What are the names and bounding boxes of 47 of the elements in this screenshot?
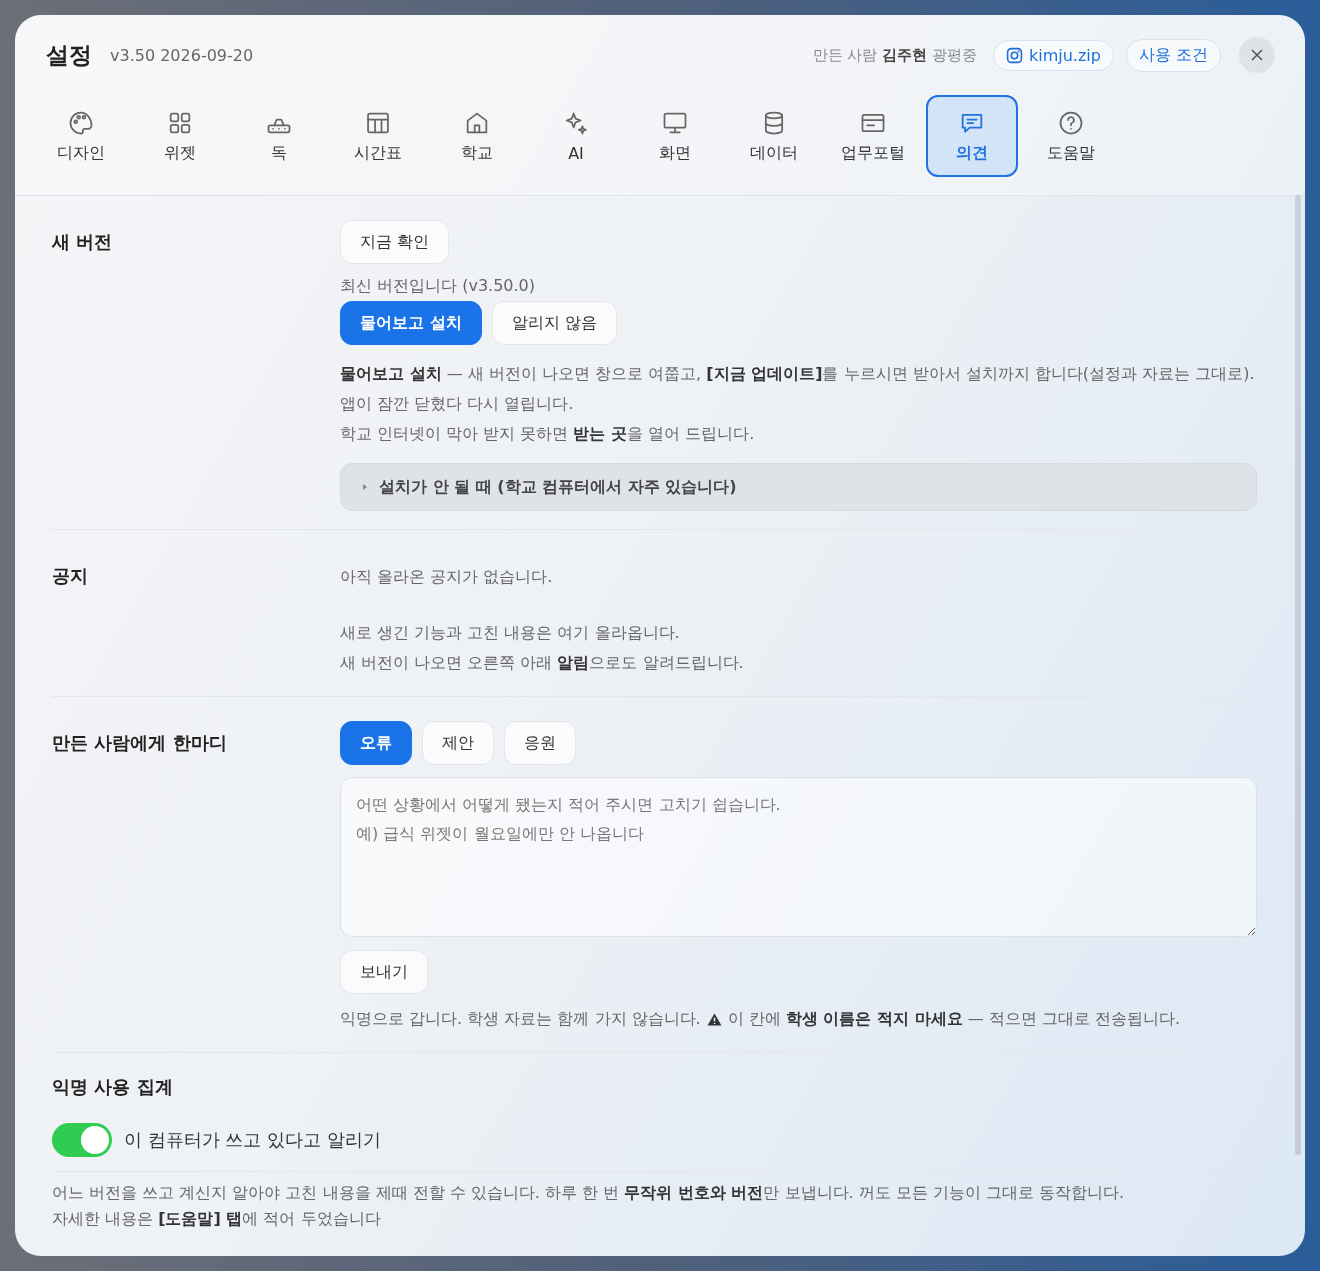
warning-icon [706, 1012, 722, 1026]
terms-link[interactable]: 사용 조건 [1125, 38, 1221, 72]
credit-text: 만든 사람 김주현 광평중 [812, 45, 977, 65]
usage-toggle[interactable] [52, 1123, 112, 1157]
send-button[interactable]: 보내기 [340, 950, 428, 994]
disclosure-triangle-icon [361, 483, 369, 491]
description-text: 학교 인터넷이 막아 받지 못하면 받는 곳을 열어 드립니다. [340, 423, 756, 445]
notice-empty-text: 아직 올라온 공지가 없습니다. [340, 566, 553, 588]
troubleshoot-disclosure[interactable]: 설치가 안 될 때 (학교 컴퓨터에서 자주 있습니다) [340, 463, 1257, 511]
update-mode-button[interactable]: 물어보고 설치 [340, 301, 482, 345]
category-button[interactable]: 오류 [340, 721, 412, 765]
section-label: 익명 사용 집계 [52, 1075, 174, 1099]
category-button[interactable]: 제안 [422, 721, 494, 765]
close-icon [1250, 48, 1264, 62]
update-mode-button[interactable]: 알리지 않음 [491, 301, 617, 345]
settings-tab[interactable]: 학교 [431, 95, 523, 177]
settings-tab[interactable]: 시간표 [332, 95, 424, 177]
telemetry-description: 자세한 내용은 [도움말] 탭에 적어 두었습니다 [52, 1208, 382, 1230]
notice-info-text: 새로 생긴 기능과 고친 내용은 여기 올라옵니다. [340, 622, 681, 644]
scrollbar[interactable] [1295, 195, 1301, 1155]
settings-tab[interactable]: 디자인 [35, 95, 127, 177]
close-button[interactable] [1239, 37, 1275, 73]
section-label: 새 버전 [52, 230, 114, 254]
version-status: 최신 버전입니다 (v3.50.0) [340, 276, 535, 297]
instagram-link[interactable]: kimju.zip [992, 39, 1114, 71]
feedback-input-field[interactable]: 어떤 상황에서 어떻게 됐는지 적어 주시면 고치기 쉽습니다. 예) 급식 위젯이 월요일에만 안 나옵니다 [340, 777, 1257, 937]
settings-tab[interactable]: 도움말 [1025, 95, 1117, 177]
warning-text: 이 칸에 학생 이름은 적지 마세요 — 적으면 그대로 전송됩니다. [727, 1008, 1180, 1030]
check-now-button[interactable]: 지금 확인 [340, 220, 450, 264]
settings-tab[interactable]: 화면 [629, 95, 721, 177]
settings-tab[interactable]: 데이터 [728, 95, 820, 177]
settings-tab[interactable]: 독 [233, 95, 325, 177]
toggle-label: 이 컴퓨터가 쓰고 있다고 알리기 [124, 1128, 381, 1152]
privacy-note: 익명으로 갑니다. 학생 자료는 함께 가지 않습니다. [340, 1008, 701, 1030]
section-label: 공지 [52, 564, 89, 588]
telemetry-description: 어느 버전을 쓰고 계신지 알아야 고친 내용을 제때 전할 수 있습니다. 하루 한 번 무작위 번호와 버전만 보냅니다. 꺼도 모든 기능이 그대로 동작합니다. [52, 1182, 1126, 1204]
instagram-icon [1005, 46, 1023, 64]
section-label: 만든 사람에게 한마디 [52, 731, 228, 755]
version-text: v3.50 2026-09-20 [110, 45, 254, 65]
window-title: 설정 [46, 40, 92, 70]
settings-tab[interactable]: AI [530, 95, 622, 177]
settings-tab[interactable]: 업무포털 [827, 95, 919, 177]
description-text: 물어보고 설치 — 새 버전이 나오면 창으로 여쭙고, [지금 업데이트]를 누르시면 받아서 설치까지 합니다(설정과 자료는 그대로). 앱이 잠깐 닫혔다 다시 열립니다. [340, 363, 1256, 415]
settings-tab[interactable]: 위젯 [134, 95, 226, 177]
notice-info-text: 새 버전이 나오면 오른쪽 아래 알림으로도 알려드립니다. [340, 652, 744, 674]
settings-tab[interactable]: 의견 [926, 95, 1018, 177]
category-button[interactable]: 응원 [504, 721, 576, 765]
